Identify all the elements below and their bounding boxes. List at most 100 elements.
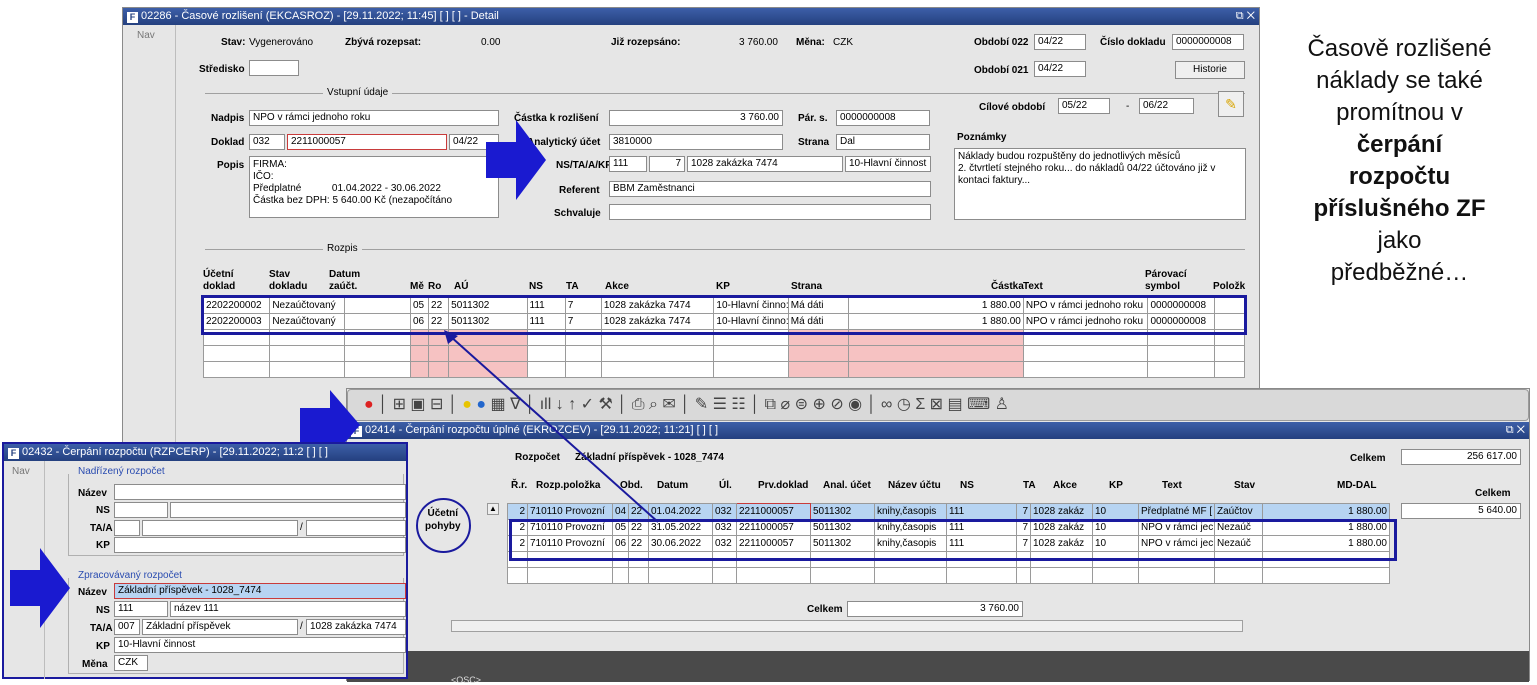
cell[interactable]: knihy,časopis [874,503,947,520]
cell[interactable]: 2211000057 [736,503,811,520]
zprac-nazev-field[interactable]: Základní příspěvek - 1028_7474 [114,583,406,599]
compass-icon[interactable]: ⊘ [830,396,843,413]
attach-icon[interactable]: ⌀ [781,396,791,413]
historie-button[interactable]: Historie [1175,61,1245,79]
akce-field[interactable]: 1028 zakázka 7474 [687,156,843,172]
sum-icon[interactable]: Σ [915,396,925,413]
cell[interactable]: 032 [712,503,737,520]
app-icon: F [127,12,138,23]
table-row[interactable] [202,345,1246,362]
cell[interactable]: 10 [1092,503,1139,520]
save-icon[interactable]: ▣ [410,396,425,413]
cell[interactable]: 1028 zakáz [1030,503,1093,520]
popis-field[interactable]: FIRMA: IČO: Předplatné 01.04.2022 - 30.0… [249,156,499,218]
table-row[interactable] [507,567,1390,584]
nadrizeny-akce-field[interactable] [306,520,406,536]
nadrizeny-ns-field[interactable] [114,502,168,518]
cell[interactable]: 7 [1016,503,1031,520]
mena-value: CZK [833,37,853,48]
pdf-icon[interactable]: ▤ [948,396,963,413]
cilove-do-field[interactable]: 06/22 [1139,98,1194,114]
celkem2-field[interactable]: 5 640.00 [1401,503,1521,519]
strana-field[interactable]: Dal [836,134,930,150]
zprac-ns-name-field[interactable]: název 111 [170,601,406,617]
zprac-ta-field[interactable]: 007 [114,619,140,635]
edit-icon[interactable]: ✎ [695,396,708,413]
caption-line: Časově rozlišené [1307,35,1492,62]
pars-field[interactable]: 0000000008 [836,110,930,126]
cell[interactable]: 5011302 [810,503,875,520]
col-castka: Částka [991,281,1024,292]
col-ul: Úl. [719,480,732,491]
app-icon: F [8,448,19,459]
excel-icon[interactable]: ⊠ [930,396,943,413]
checklist-icon[interactable]: ☷ [731,396,745,413]
link-icon[interactable]: ⊜ [795,396,808,413]
window-controls[interactable]: ⧉ ✕ [1236,8,1255,25]
stredisko-field[interactable] [249,60,299,76]
zprac-akce-field[interactable]: 1028 zakázka 7474 [306,619,406,635]
obdobi-022-field[interactable]: 04/22 [1034,34,1086,50]
nadpis-field[interactable]: NPO v rámci jednoho roku [249,110,499,126]
nadrizeny-ns-name-field[interactable] [170,502,406,518]
window-controls[interactable]: ⧉ ✕ [1506,422,1525,439]
nav-label[interactable]: Nav [12,466,30,477]
col-parovaci-symbol: Párovací symbol [1145,269,1187,292]
col-anal-ucet: Anal. účet [823,480,871,491]
keyboard-icon[interactable]: ⌨ [967,396,990,413]
mena-label: Měna [82,659,108,670]
footer-celkem-field[interactable]: 3 760.00 [847,601,1023,617]
list-icon[interactable]: ☰ [713,396,727,413]
ns-field[interactable]: 111 [609,156,647,172]
referent-field[interactable]: BBM Zaměstnanci [609,181,931,197]
cell[interactable]: Předplatné MF [ [1138,503,1215,520]
key-icon-button[interactable]: ✎ [1218,91,1244,117]
obdobi-021-field[interactable]: 04/22 [1034,61,1086,77]
window-title-bar: F 02432 - Čerpání rozpočtu (RZPCERP) - [2… [4,444,406,461]
nadrizeny-nazev-field[interactable] [114,484,406,500]
cilove-od-field[interactable]: 05/22 [1058,98,1110,114]
cell[interactable]: Zaúčtov [1214,503,1263,520]
poznamky-field[interactable]: Náklady budou rozpuštěny do jednotlivých… [954,148,1246,220]
cell[interactable]: 111 [946,503,1017,520]
zprac-ns-field[interactable]: 111 [114,601,168,617]
vstupni-section-label: Vstupní údaje [323,87,393,98]
kp-field[interactable]: 10-Hlavní činnost [845,156,931,172]
table-row[interactable] [202,361,1246,378]
doklad-field-2[interactable]: 2211000057 [287,134,447,150]
col-nazev-uctu: Název účtu [888,480,941,491]
doklad-field-1[interactable]: 032 [249,134,285,150]
obdobi-021-label: Období 021 [974,65,1029,76]
horizontal-scrollbar[interactable] [451,620,1243,632]
pars-label: Pár. s. [798,113,828,124]
col-stav: Stav [1234,480,1256,491]
castka-field[interactable]: 3 760.00 [609,110,783,126]
nadrizeny-ta-field[interactable] [114,520,140,536]
stredisko-label: Středisko [199,64,245,75]
mena-label: Měna: [796,37,825,48]
add-icon[interactable]: ⊞ [393,396,406,413]
cislo-dokladu-field[interactable]: 0000000008 [1172,34,1244,50]
export-icon[interactable]: ⧉ [765,396,776,413]
col-text: Text [1023,281,1043,292]
eye-icon[interactable]: ◉ [848,396,862,413]
glasses-icon[interactable]: ∞ [881,396,892,413]
nadrizeny-ta-name-field[interactable] [142,520,298,536]
user-icon[interactable]: ♙ [995,396,1009,413]
status-text: <OSC> [451,675,482,685]
schvaluje-field[interactable] [609,204,931,220]
globe-icon[interactable]: ⊕ [812,396,825,413]
cell[interactable]: 1 880.00 [1262,503,1390,520]
analyticky-ucet-field[interactable]: 3810000 [609,134,783,150]
kp-label: KP [96,641,110,652]
nadrizeny-kp-field[interactable] [114,537,406,553]
col-kp: KP [1109,480,1123,491]
clock-icon[interactable]: ◷ [897,396,911,413]
ta-field[interactable]: 7 [649,156,685,172]
celkem-field[interactable]: 256 617.00 [1401,449,1521,465]
zprac-ta-name-field[interactable]: Základní příspěvek [142,619,298,635]
mena-field[interactable]: CZK [114,655,148,671]
close-red-icon[interactable]: ● [364,396,374,413]
nav-label[interactable]: Nav [137,30,155,41]
zprac-kp-field[interactable]: 10-Hlavní činnost [114,637,406,653]
